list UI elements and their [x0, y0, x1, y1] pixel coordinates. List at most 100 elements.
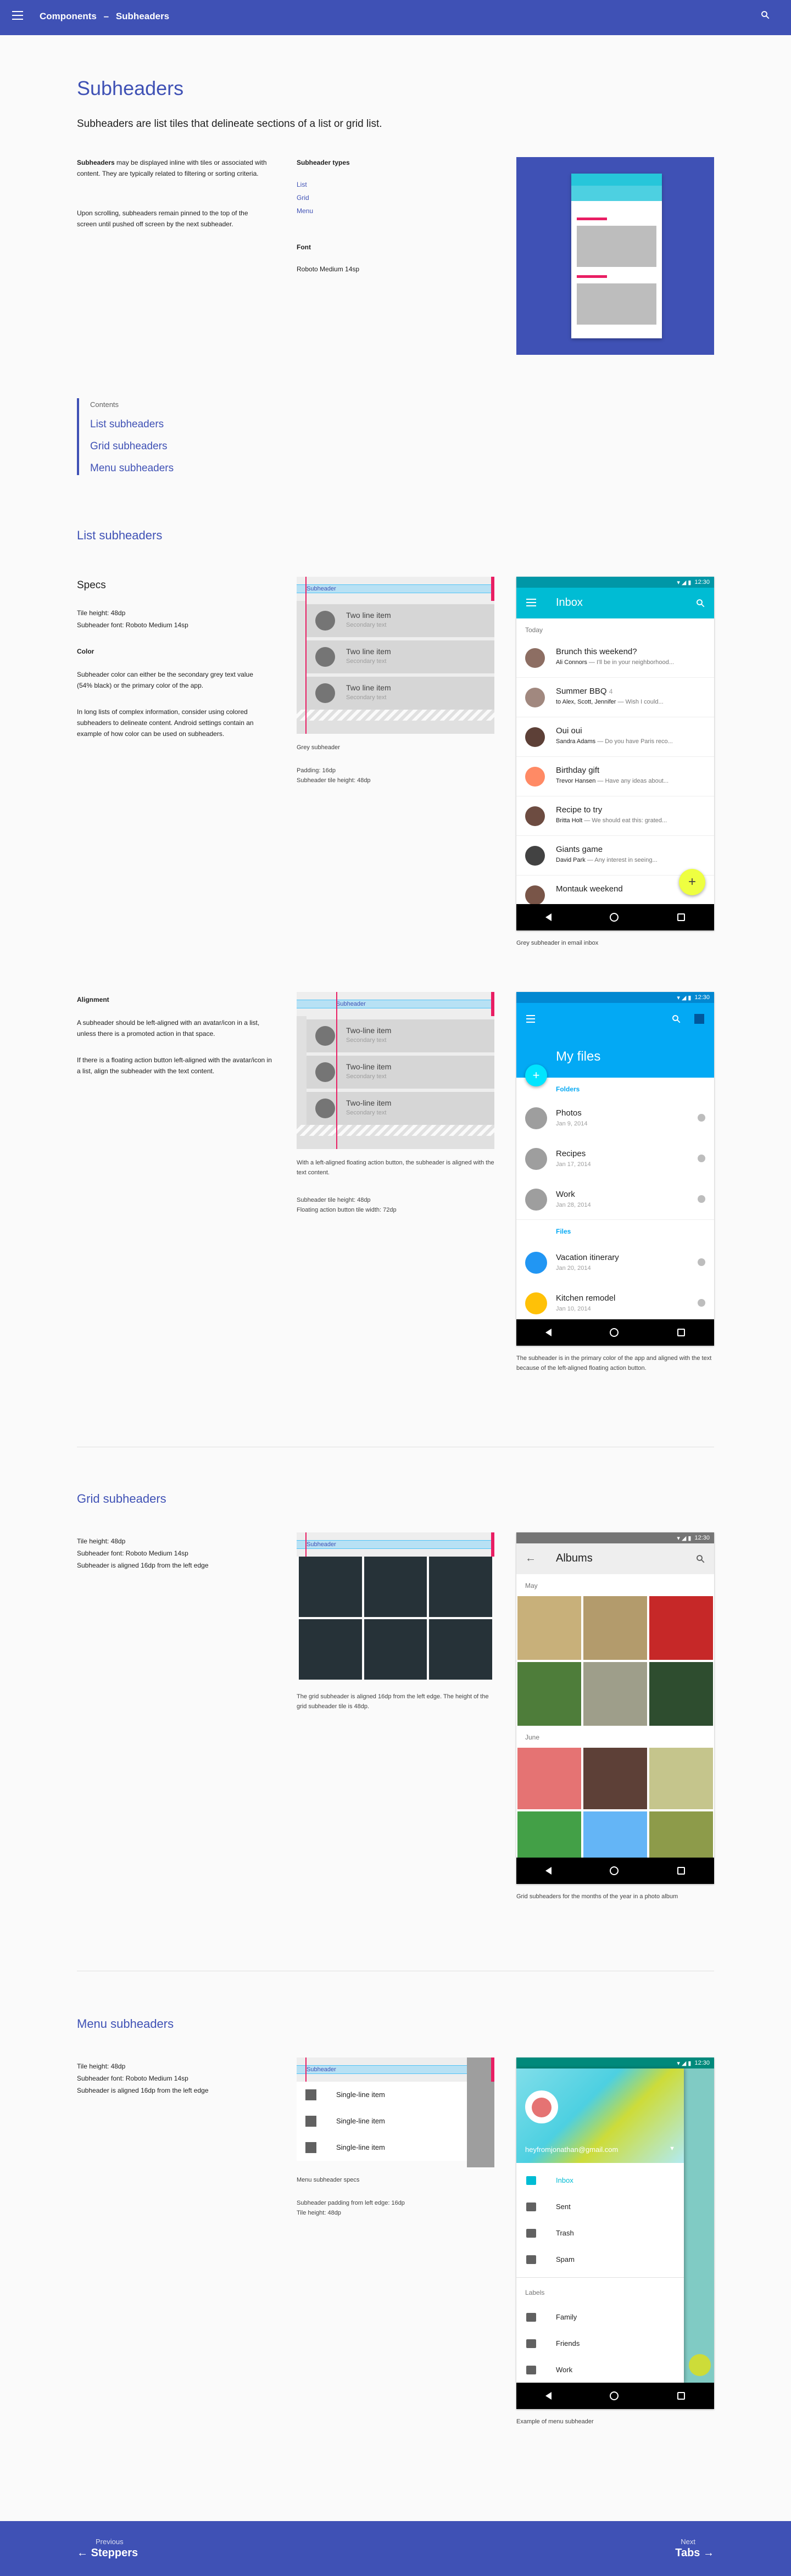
breadcrumb-separator: – — [103, 11, 109, 21]
type-link-list[interactable]: List — [297, 179, 307, 190]
drawer-item-inbox[interactable]: Inbox — [516, 2167, 684, 2194]
search-icon[interactable] — [671, 1014, 681, 1024]
menu-caption-1: Menu subheader specs — [297, 2177, 360, 2183]
mail-subject: Recipe to try — [556, 805, 603, 815]
avatar — [315, 1026, 335, 1046]
avatar — [315, 1062, 335, 1082]
info-icon[interactable] — [698, 1258, 705, 1266]
fab-add[interactable]: + — [525, 1064, 547, 1086]
back-icon[interactable] — [545, 913, 552, 921]
avatar — [525, 806, 545, 826]
back-icon[interactable] — [545, 1867, 552, 1875]
grid-spec-diagram: Subheader — [297, 1532, 494, 1692]
subheader-folders: Folders — [556, 1085, 580, 1093]
photo-tile[interactable] — [517, 1662, 581, 1726]
home-icon[interactable] — [610, 1328, 619, 1337]
contents-link-list[interactable]: List subheaders — [90, 419, 220, 431]
inbox-list-item[interactable]: Birthday gift Trevor Hansen — Have any id… — [516, 757, 714, 796]
home-icon[interactable] — [610, 1866, 619, 1875]
info-icon[interactable] — [698, 1299, 705, 1307]
next-link[interactable]: Next Tabs → — [675, 2538, 714, 2560]
avatar — [525, 885, 545, 905]
drawer-label-family[interactable]: Family — [516, 2304, 684, 2330]
previous-link[interactable]: Previous ← Steppers — [77, 2538, 138, 2560]
grid-tile — [299, 1619, 362, 1680]
home-icon[interactable] — [610, 2391, 619, 2400]
search-icon[interactable] — [760, 10, 770, 20]
search-icon[interactable] — [695, 598, 705, 608]
inbox-list-item[interactable]: Summer BBQ 4 to Alex, Scott, Jennifer — W… — [516, 678, 714, 717]
type-link-grid[interactable]: Grid — [297, 192, 309, 203]
grid-caption: The grid subheader is aligned 16dp from … — [297, 1693, 489, 1710]
drawer-item-trash[interactable]: Trash — [516, 2220, 684, 2246]
info-icon[interactable] — [698, 1114, 705, 1122]
view-grid-icon[interactable] — [694, 1014, 704, 1024]
menu-icon[interactable] — [12, 11, 23, 20]
inbox-list-item[interactable]: Brunch this weekend? Ali Connors — I'll b… — [516, 638, 714, 678]
photo-tile[interactable] — [517, 1596, 581, 1660]
mail-subject: Brunch this weekend? — [556, 647, 637, 656]
photo-tile[interactable] — [649, 1596, 713, 1660]
avatar[interactable] — [525, 2090, 558, 2123]
fab-partial[interactable] — [689, 2354, 711, 2376]
file-icon — [525, 1252, 547, 1274]
menu-caption-3: Tile height: 48dp — [297, 2210, 341, 2216]
file-list-item[interactable]: Kitchen remodel Jan 10, 2014 — [516, 1283, 714, 1323]
search-icon[interactable] — [695, 1554, 705, 1564]
recents-icon[interactable] — [677, 2392, 685, 2400]
folder-list-item[interactable]: Work Jan 28, 2014 — [516, 1179, 714, 1219]
type-link-menu[interactable]: Menu — [297, 205, 313, 216]
status-bar: ▾ ◢ ▮ 12:30 — [516, 1532, 714, 1543]
breadcrumb-section[interactable]: Components — [40, 11, 97, 21]
drawer-item-spam[interactable]: Spam — [516, 2246, 684, 2273]
albums-title: Albums — [556, 1552, 593, 1564]
inbox-list-item[interactable]: Oui oui Sandra Adams — Do you have Paris … — [516, 717, 714, 757]
drawer-label-friends[interactable]: Friends — [516, 2330, 684, 2357]
info-icon[interactable] — [698, 1155, 705, 1162]
chevron-down-icon[interactable]: ▼ — [669, 2145, 675, 2152]
contents-link-menu[interactable]: Menu subheaders — [90, 462, 220, 475]
info-icon[interactable] — [698, 1195, 705, 1203]
mail-subject: Montauk weekend — [556, 884, 623, 894]
list-spec-diagram: Subheader Two line item Secondary text Tw… — [297, 577, 494, 734]
folder-list-item[interactable]: Recipes Jan 17, 2014 — [516, 1138, 714, 1179]
file-list-item[interactable]: Vacation itinerary Jan 20, 2014 — [516, 1242, 714, 1283]
grid-tile — [429, 1557, 492, 1617]
drawer-label-work[interactable]: Work — [516, 2357, 684, 2383]
photo-tile[interactable] — [649, 1662, 713, 1726]
avatar — [525, 846, 545, 866]
alignment-paragraph-2: If there is a floating action button lef… — [77, 1056, 272, 1075]
inbox-list-item[interactable]: Recipe to try Britta Holt — We should eat… — [516, 796, 714, 836]
recents-icon[interactable] — [677, 913, 685, 921]
mail-preview: David Park — Any interest in seeing... — [556, 857, 658, 863]
mail-subject: Birthday gift — [556, 766, 600, 775]
contents-title: Contents — [90, 400, 119, 409]
photo-tile[interactable] — [583, 1596, 647, 1660]
grid-tile — [364, 1557, 427, 1617]
recents-icon[interactable] — [677, 1867, 685, 1875]
menu-icon[interactable] — [526, 1015, 535, 1023]
photo-tile[interactable] — [583, 1662, 647, 1726]
recents-icon[interactable] — [677, 1329, 685, 1336]
item-icon — [305, 2116, 316, 2127]
fab-compose[interactable]: + — [679, 869, 705, 895]
photo-tile[interactable] — [517, 1748, 581, 1809]
photo-tile[interactable] — [649, 1748, 713, 1809]
inbox-list-item[interactable]: Giants game David Park — Any interest in … — [516, 836, 714, 876]
list-diagram-caption-2: Padding: 16dp — [297, 767, 336, 774]
menu-list-item: Single-line item — [297, 2108, 467, 2134]
back-icon[interactable] — [545, 2392, 552, 2400]
back-icon[interactable] — [545, 1329, 552, 1336]
arrow-left-icon: ← — [77, 2547, 88, 2559]
list-diagram-caption-3: Subheader tile height: 48dp — [297, 777, 371, 784]
menu-icon[interactable] — [526, 599, 536, 606]
drawer-item-sent[interactable]: Sent — [516, 2194, 684, 2220]
mail-preview: Sandra Adams — Do you have Paris reco... — [556, 738, 673, 745]
contents-link-grid[interactable]: Grid subheaders — [90, 441, 220, 453]
folder-list-item[interactable]: Photos Jan 9, 2014 — [516, 1097, 714, 1138]
avatar — [525, 727, 545, 747]
subheader-june: June — [525, 1733, 540, 1741]
home-icon[interactable] — [610, 913, 619, 922]
arrow-back-icon[interactable]: ← — [525, 1552, 536, 1565]
photo-tile[interactable] — [583, 1748, 647, 1809]
